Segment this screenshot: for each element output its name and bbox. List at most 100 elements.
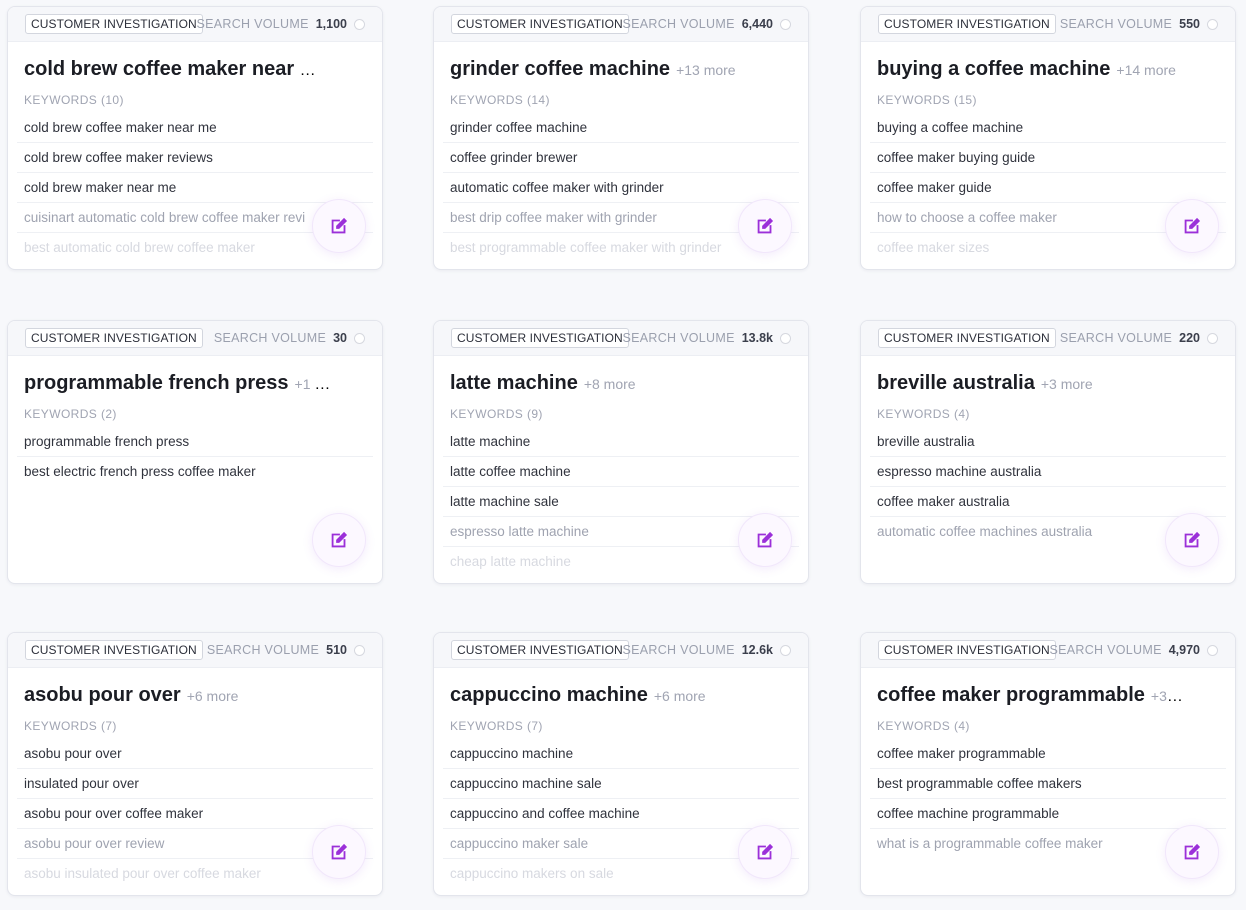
search-volume: SEARCH VOLUME 220 <box>1060 331 1218 345</box>
topic-card[interactable]: CUSTOMER INVESTIGATION SEARCH VOLUME 6,4… <box>433 6 809 270</box>
intent-tag: CUSTOMER INVESTIGATION <box>451 328 629 348</box>
status-dot-icon[interactable] <box>780 18 791 30</box>
keyword-item[interactable]: cappuccino and coffee machine <box>443 799 799 829</box>
keyword-item[interactable]: cold brew coffee maker near me <box>17 113 373 143</box>
status-dot-icon[interactable] <box>1207 18 1218 30</box>
edit-button[interactable] <box>738 513 792 567</box>
keyword-item[interactable]: asobu pour over coffee maker <box>17 799 373 829</box>
intent-tag: CUSTOMER INVESTIGATION <box>878 328 1056 348</box>
topic-card[interactable]: CUSTOMER INVESTIGATION SEARCH VOLUME 4,9… <box>860 632 1236 896</box>
keyword-item[interactable]: insulated pour over <box>17 769 373 799</box>
status-dot-icon[interactable] <box>1207 332 1218 344</box>
edit-button[interactable] <box>1165 825 1219 879</box>
edit-icon <box>1184 843 1201 860</box>
card-title[interactable]: programmable french press+1 more <box>24 371 332 397</box>
keyword-item[interactable]: coffee grinder brewer <box>443 143 799 173</box>
keyword-item[interactable]: cappuccino machine sale <box>443 769 799 799</box>
card-title[interactable]: coffee maker programmable+3 more <box>877 683 1185 709</box>
search-volume: SEARCH VOLUME 550 <box>1060 17 1218 31</box>
intent-tag: CUSTOMER INVESTIGATION <box>451 14 629 34</box>
edit-icon <box>1184 217 1201 234</box>
card-title[interactable]: cold brew coffee maker near me... <box>24 57 332 83</box>
intent-tag: CUSTOMER INVESTIGATION <box>25 328 203 348</box>
intent-tag: CUSTOMER INVESTIGATION <box>25 14 203 34</box>
edit-icon <box>331 217 348 234</box>
more-count[interactable]: +8 more <box>584 376 636 392</box>
keywords-header: KEYWORDS (14) <box>450 93 550 107</box>
keyword-item[interactable]: best electric french press coffee maker <box>17 457 373 487</box>
intent-tag: CUSTOMER INVESTIGATION <box>451 640 629 660</box>
card-title[interactable]: grinder coffee machine +13 more <box>450 57 758 83</box>
card-title[interactable]: buying a coffee machine +14 more <box>877 57 1185 83</box>
topic-card[interactable]: CUSTOMER INVESTIGATION SEARCH VOLUME 550… <box>860 6 1236 270</box>
search-volume-value: 1,100 <box>315 17 347 31</box>
card-header: CUSTOMER INVESTIGATION SEARCH VOLUME 220 <box>861 321 1235 356</box>
keyword-item[interactable]: latte machine sale <box>443 487 799 517</box>
search-volume: SEARCH VOLUME 6,440 <box>622 17 791 31</box>
keyword-item[interactable]: cappuccino machine <box>443 739 799 769</box>
keyword-item[interactable]: latte machine <box>443 427 799 457</box>
card-header: CUSTOMER INVESTIGATION SEARCH VOLUME 1,1… <box>8 7 382 42</box>
more-count[interactable]: +6 more <box>654 688 706 704</box>
status-dot-icon[interactable] <box>1207 644 1218 656</box>
edit-icon <box>1184 531 1201 548</box>
card-title[interactable]: breville australia +3 more <box>877 371 1185 397</box>
card-title[interactable]: asobu pour over +6 more <box>24 683 332 709</box>
keyword-item[interactable]: grinder coffee machine <box>443 113 799 143</box>
keyword-item[interactable]: buying a coffee machine <box>870 113 1226 143</box>
edit-button[interactable] <box>738 199 792 253</box>
card-title[interactable]: latte machine +8 more <box>450 371 758 397</box>
status-dot-icon[interactable] <box>780 332 791 344</box>
keyword-item[interactable]: cold brew maker near me <box>17 173 373 203</box>
keyword-item[interactable]: coffee machine programmable <box>870 799 1226 829</box>
card-header: CUSTOMER INVESTIGATION SEARCH VOLUME 12.… <box>434 633 808 668</box>
search-volume: SEARCH VOLUME 12.6k <box>622 643 791 657</box>
more-count[interactable]: +1 more <box>295 376 332 392</box>
topic-card[interactable]: CUSTOMER INVESTIGATION SEARCH VOLUME 30 … <box>7 320 383 584</box>
keyword-item[interactable]: asobu pour over <box>17 739 373 769</box>
topic-card[interactable]: CUSTOMER INVESTIGATION SEARCH VOLUME 13.… <box>433 320 809 584</box>
keyword-item[interactable]: espresso machine australia <box>870 457 1226 487</box>
status-dot-icon[interactable] <box>780 644 791 656</box>
edit-icon <box>757 217 774 234</box>
more-count[interactable]: +6 more <box>187 688 239 704</box>
search-volume: SEARCH VOLUME 1,100 <box>196 17 365 31</box>
status-dot-icon[interactable] <box>354 332 365 344</box>
status-dot-icon[interactable] <box>354 644 365 656</box>
card-header: CUSTOMER INVESTIGATION SEARCH VOLUME 510 <box>8 633 382 668</box>
intent-tag: CUSTOMER INVESTIGATION <box>878 14 1056 34</box>
edit-button[interactable] <box>312 825 366 879</box>
card-header: CUSTOMER INVESTIGATION SEARCH VOLUME 4,9… <box>861 633 1235 668</box>
more-count[interactable]: +13 more <box>676 62 736 78</box>
keyword-item[interactable]: cold brew coffee maker reviews <box>17 143 373 173</box>
edit-button[interactable] <box>312 199 366 253</box>
keyword-item[interactable]: coffee maker buying guide <box>870 143 1226 173</box>
keyword-item[interactable]: coffee maker australia <box>870 487 1226 517</box>
edit-button[interactable] <box>738 825 792 879</box>
keyword-item[interactable]: coffee maker programmable <box>870 739 1226 769</box>
keyword-item[interactable]: coffee maker guide <box>870 173 1226 203</box>
search-volume-value: 13.8k <box>741 331 773 345</box>
edit-button[interactable] <box>312 513 366 567</box>
edit-icon <box>331 843 348 860</box>
keyword-item[interactable]: programmable french press <box>17 427 373 457</box>
keyword-item[interactable]: best programmable coffee makers <box>870 769 1226 799</box>
edit-icon <box>757 843 774 860</box>
keywords-header: KEYWORDS (7) <box>450 719 543 733</box>
search-volume-value: 6,440 <box>741 17 773 31</box>
search-volume: SEARCH VOLUME 13.8k <box>622 331 791 345</box>
more-count[interactable]: +3 more <box>1151 688 1185 704</box>
edit-button[interactable] <box>1165 199 1219 253</box>
more-count[interactable]: +14 more <box>1116 62 1176 78</box>
edit-button[interactable] <box>1165 513 1219 567</box>
more-count[interactable]: +3 more <box>1041 376 1093 392</box>
keyword-item[interactable]: latte coffee machine <box>443 457 799 487</box>
topic-card[interactable]: CUSTOMER INVESTIGATION SEARCH VOLUME 220… <box>860 320 1236 584</box>
keyword-item[interactable]: breville australia <box>870 427 1226 457</box>
topic-card[interactable]: CUSTOMER INVESTIGATION SEARCH VOLUME 510… <box>7 632 383 896</box>
card-title[interactable]: cappuccino machine +6 more <box>450 683 758 709</box>
topic-card[interactable]: CUSTOMER INVESTIGATION SEARCH VOLUME 12.… <box>433 632 809 896</box>
keyword-item[interactable]: automatic coffee maker with grinder <box>443 173 799 203</box>
status-dot-icon[interactable] <box>354 18 365 30</box>
topic-card[interactable]: CUSTOMER INVESTIGATION SEARCH VOLUME 1,1… <box>7 6 383 270</box>
